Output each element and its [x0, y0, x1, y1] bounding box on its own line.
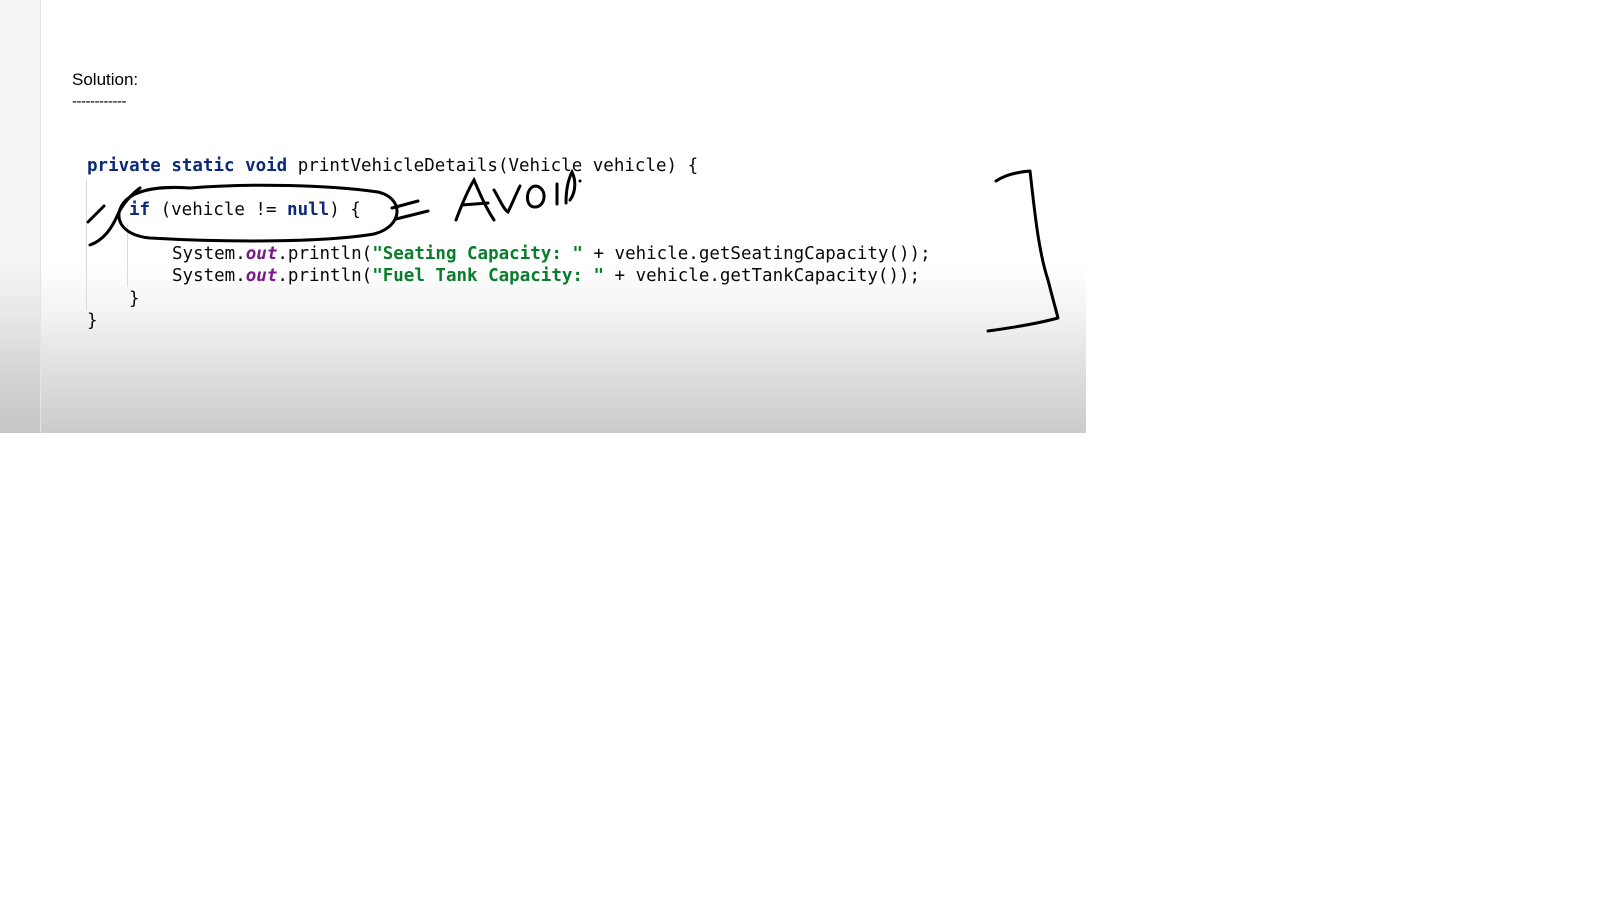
- ink-right-bracket: [986, 169, 1060, 333]
- handwritten-annotations: [86, 168, 1060, 333]
- slide-canvas: Solution: ------------ private static vo…: [0, 0, 1086, 433]
- ink-letter-a: [454, 176, 496, 222]
- ink-circle-if-statement: [117, 183, 399, 243]
- ink-dot: [578, 179, 582, 183]
- ink-letter-v: [492, 184, 522, 215]
- ink-letter-o: [526, 184, 546, 209]
- ink-slash-left: [86, 204, 106, 224]
- ink-arrow-dash-2: [394, 209, 430, 221]
- ink-letter-d: [564, 168, 577, 205]
